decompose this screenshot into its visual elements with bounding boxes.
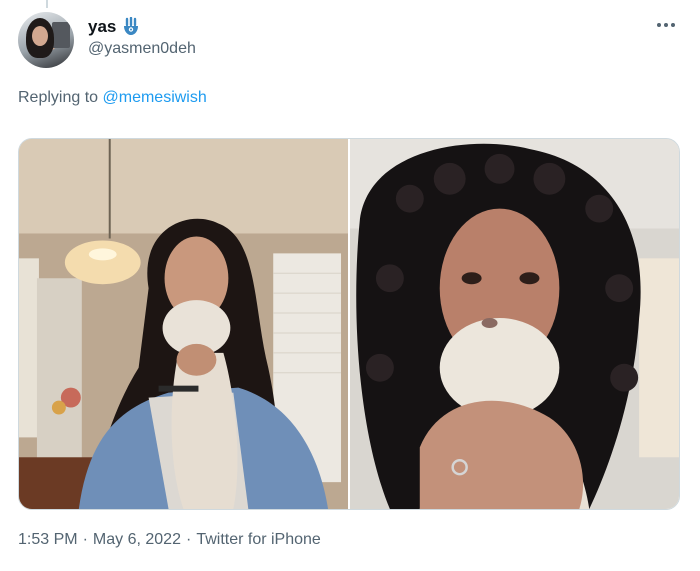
tweet: yas @yasmen0deh Replying to @memesiwish bbox=[0, 0, 700, 571]
thread-connector-line bbox=[46, 0, 48, 8]
tweet-source[interactable]: Twitter for iPhone bbox=[196, 531, 321, 549]
replying-prefix: Replying to bbox=[18, 89, 99, 106]
avatar-background bbox=[52, 22, 70, 48]
tweet-timestamp-row: 1:53 PM · May 6, 2022 · Twitter for iPho… bbox=[18, 531, 321, 549]
separator-dot: · bbox=[82, 531, 88, 548]
photo-right-image bbox=[350, 139, 679, 509]
author-name-row[interactable]: yas bbox=[88, 17, 140, 37]
more-options-icon[interactable] bbox=[654, 20, 678, 30]
photo-left[interactable] bbox=[19, 139, 348, 509]
avatar[interactable] bbox=[18, 12, 74, 68]
display-name[interactable]: yas bbox=[88, 17, 116, 37]
avatar-face bbox=[32, 26, 48, 46]
username-handle[interactable]: @yasmen0deh bbox=[88, 40, 196, 58]
replying-to-line: Replying to @memesiwish bbox=[18, 89, 207, 107]
photo-right[interactable] bbox=[350, 139, 679, 509]
photo-left-image bbox=[19, 139, 348, 509]
hamsa-icon bbox=[124, 17, 139, 35]
tweet-date[interactable]: May 6, 2022 bbox=[93, 531, 181, 549]
tweet-time[interactable]: 1:53 PM bbox=[18, 531, 78, 549]
tweet-media bbox=[18, 138, 680, 510]
separator-dot: · bbox=[185, 531, 192, 548]
replying-to-link[interactable]: @memesiwish bbox=[103, 89, 207, 106]
